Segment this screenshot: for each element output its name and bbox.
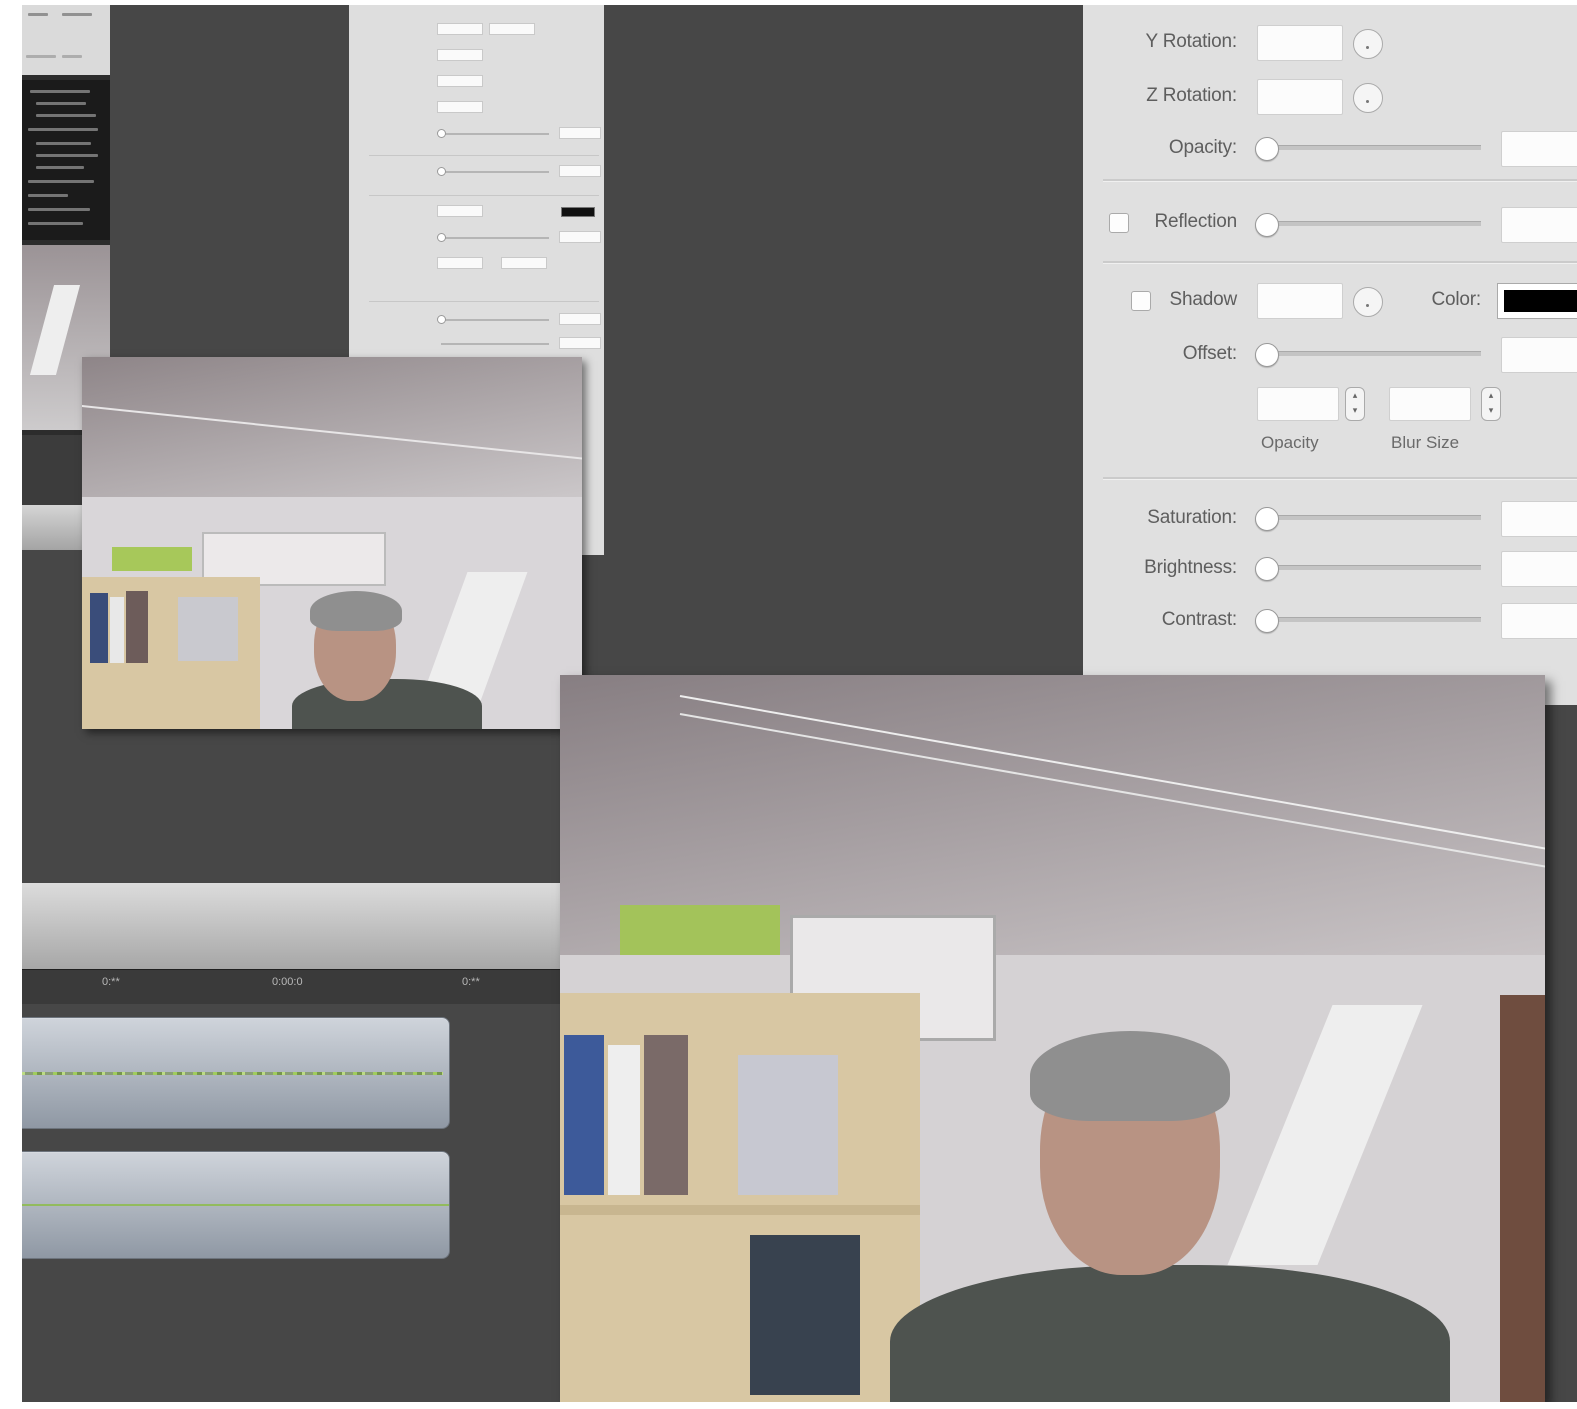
contrast-field[interactable] bbox=[1501, 603, 1577, 639]
webcam-preview-small bbox=[82, 357, 582, 729]
sm-y-rotation-field[interactable] bbox=[437, 75, 483, 87]
offset-slider[interactable] bbox=[1269, 351, 1481, 356]
reflection-slider-knob[interactable] bbox=[1255, 213, 1279, 237]
saturation-slider[interactable] bbox=[1269, 515, 1481, 520]
reflection-label: Reflection bbox=[1154, 211, 1238, 232]
timeline-audio-clip[interactable] bbox=[22, 1017, 450, 1129]
contrast-slider-knob[interactable] bbox=[1255, 609, 1279, 633]
sm-opacity-field[interactable] bbox=[559, 127, 601, 139]
sm-shadow-color-swatch[interactable] bbox=[561, 207, 595, 217]
contrast-label: Contrast: bbox=[1161, 609, 1237, 630]
sm-reflection-field[interactable] bbox=[559, 165, 601, 177]
sm-saturation-knob[interactable] bbox=[437, 315, 446, 324]
blur-size-caption: Blur Size bbox=[1391, 433, 1460, 452]
ruler-label-1: 0:** bbox=[102, 976, 120, 988]
reflection-field[interactable] bbox=[1501, 207, 1577, 243]
sm-brightness-field[interactable] bbox=[559, 337, 601, 349]
sm-opacity-knob[interactable] bbox=[437, 129, 446, 138]
sm-x-rotation-field[interactable] bbox=[437, 49, 483, 61]
opacity-slider-knob[interactable] bbox=[1255, 137, 1279, 161]
brightness-label: Brightness: bbox=[1144, 557, 1237, 578]
brightness-slider-knob[interactable] bbox=[1255, 557, 1279, 581]
z-rotation-field[interactable] bbox=[1257, 79, 1343, 115]
y-rotation-label: Y Rotation: bbox=[1145, 31, 1238, 52]
sm-shadow-opacity-field[interactable] bbox=[437, 257, 483, 269]
saturation-slider-knob[interactable] bbox=[1255, 507, 1279, 531]
sm-opacity-slider[interactable] bbox=[441, 133, 549, 135]
timeline-ruler[interactable]: 0:** 0:00:0 0:** bbox=[22, 969, 582, 1004]
shadow-color-fill bbox=[1504, 290, 1577, 312]
shadow-label: Shadow bbox=[1169, 289, 1238, 310]
shadow-opacity-stepper[interactable]: ▴ ▾ bbox=[1345, 387, 1365, 421]
sm-offset-slider[interactable] bbox=[441, 237, 549, 239]
sm-brightness-slider[interactable] bbox=[441, 343, 549, 345]
audio-waveform bbox=[22, 1072, 443, 1075]
reflection-slider[interactable] bbox=[1269, 221, 1481, 226]
timeline-header bbox=[22, 883, 582, 969]
app-canvas: Opacity: Y Rotation: Z Rotation: bbox=[22, 5, 1577, 1402]
saturation-field[interactable] bbox=[1501, 501, 1577, 537]
brightness-field[interactable] bbox=[1501, 551, 1577, 587]
opacity-field[interactable] bbox=[1501, 131, 1577, 167]
timeline-video-clip[interactable] bbox=[22, 1151, 450, 1259]
shadow-color-swatch[interactable] bbox=[1497, 283, 1577, 319]
inspector-panel: Y Rotation: Z Rotation: Opacity: Reflect… bbox=[1083, 5, 1577, 705]
color-label: Color: bbox=[1431, 289, 1482, 310]
sm-shadow-field[interactable] bbox=[437, 205, 483, 217]
sm-reflection-knob[interactable] bbox=[437, 167, 446, 176]
opacity-slider[interactable] bbox=[1269, 145, 1481, 150]
left-app-list[interactable] bbox=[22, 80, 110, 240]
offset-slider-knob[interactable] bbox=[1255, 343, 1279, 367]
blur-size-field[interactable] bbox=[1389, 387, 1471, 421]
sm-saturation-field[interactable] bbox=[559, 313, 601, 325]
ruler-label-2: 0:00:0 bbox=[272, 976, 303, 988]
sm-reflection-slider[interactable] bbox=[441, 171, 549, 173]
saturation-label: Saturation: bbox=[1147, 507, 1237, 528]
ruler-label-3: 0:** bbox=[462, 976, 480, 988]
shadow-opacity-field[interactable] bbox=[1257, 387, 1339, 421]
blur-size-stepper[interactable]: ▴ ▾ bbox=[1481, 387, 1501, 421]
offset-label: Offset: bbox=[1182, 343, 1237, 364]
sm-saturation-slider[interactable] bbox=[441, 319, 549, 321]
opacity-label: Opacity: bbox=[1168, 137, 1237, 158]
z-rotation-label: Z Rotation: bbox=[1146, 85, 1237, 106]
sm-position-x[interactable] bbox=[437, 23, 483, 35]
sm-blur-size-field[interactable] bbox=[501, 257, 547, 269]
sm-z-rotation-field[interactable] bbox=[437, 101, 483, 113]
left-app-toolbar bbox=[22, 5, 110, 75]
brightness-slider[interactable] bbox=[1269, 565, 1481, 570]
left-app-gap bbox=[22, 435, 82, 505]
webcam-preview-large bbox=[560, 675, 1545, 1402]
video-clip-line bbox=[22, 1204, 449, 1206]
shadow-opacity-caption: Opacity bbox=[1261, 433, 1319, 452]
z-rotation-dial[interactable] bbox=[1353, 83, 1383, 113]
y-rotation-dial[interactable] bbox=[1353, 29, 1383, 59]
contrast-slider[interactable] bbox=[1269, 617, 1481, 622]
sm-position-y[interactable] bbox=[489, 23, 535, 35]
sm-offset-field[interactable] bbox=[559, 231, 601, 243]
sm-offset-knob[interactable] bbox=[437, 233, 446, 242]
y-rotation-field[interactable] bbox=[1257, 25, 1343, 61]
offset-field[interactable] bbox=[1501, 337, 1577, 373]
